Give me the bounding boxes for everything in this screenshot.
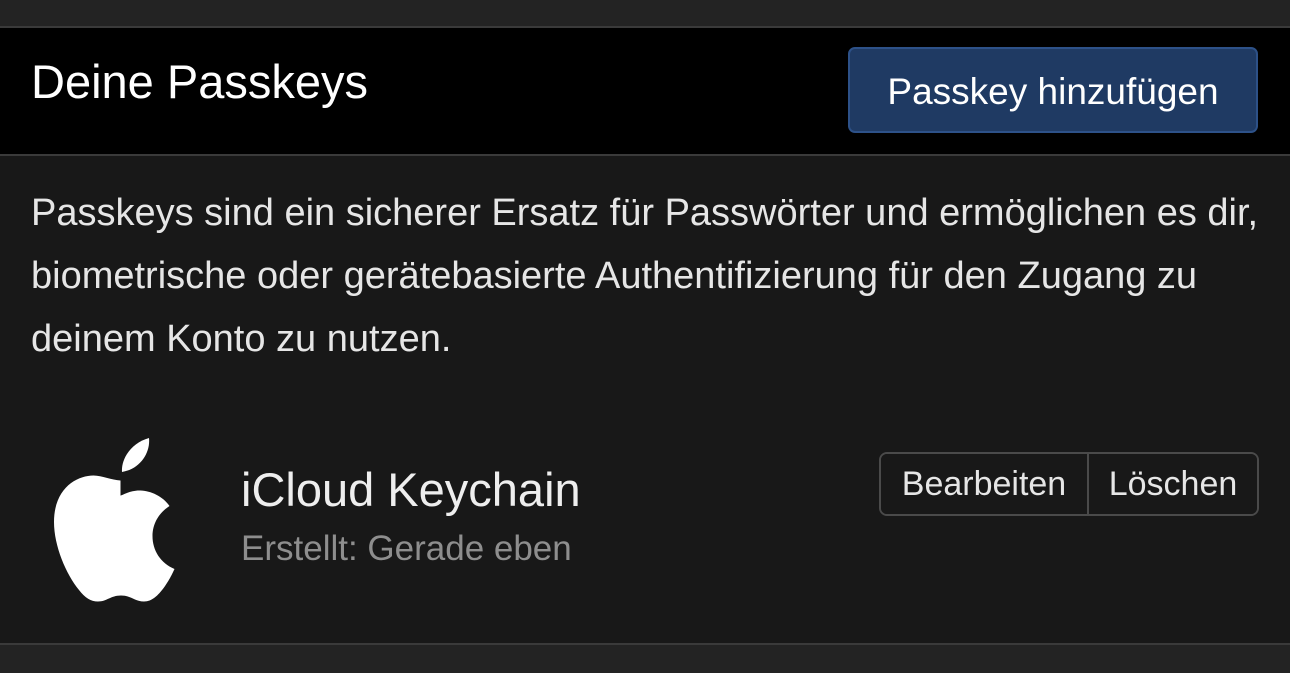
- passkey-list-item: iCloud Keychain Erstellt: Gerade eben Be…: [0, 430, 1290, 620]
- passkey-name: iCloud Keychain: [241, 463, 581, 516]
- panel-title: Deine Passkeys: [31, 55, 368, 108]
- panel-header: Deine Passkeys Passkey hinzufügen: [0, 28, 1290, 156]
- passkey-created-date: Erstellt: Gerade eben: [241, 529, 572, 568]
- top-divider: [0, 0, 1290, 28]
- bottom-divider: [0, 643, 1290, 673]
- apple-logo-icon: [54, 438, 175, 602]
- edit-passkey-button[interactable]: Bearbeiten: [881, 454, 1089, 514]
- passkeys-description: Passkeys sind ein sicherer Ersatz für Pa…: [31, 192, 1259, 360]
- delete-passkey-button[interactable]: Löschen: [1089, 454, 1257, 514]
- passkeys-panel: Deine Passkeys Passkey hinzufügen Passke…: [0, 28, 1290, 643]
- passkey-actions: Bearbeiten Löschen: [879, 452, 1259, 516]
- page: Deine Passkeys Passkey hinzufügen Passke…: [0, 0, 1290, 673]
- add-passkey-button[interactable]: Passkey hinzufügen: [848, 47, 1258, 133]
